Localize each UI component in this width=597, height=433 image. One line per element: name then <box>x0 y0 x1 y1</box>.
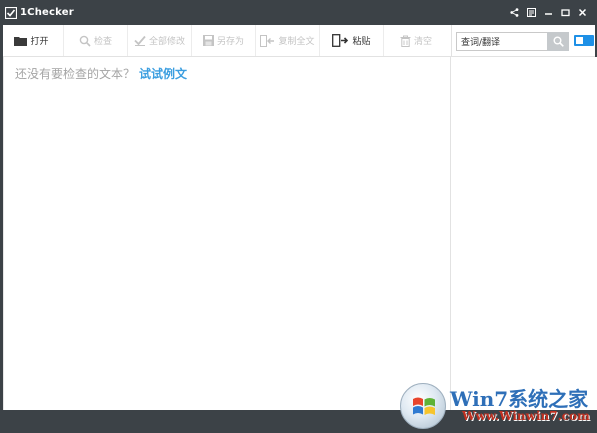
fix-all-label: 全部修改 <box>148 37 185 47</box>
share-icon[interactable] <box>506 0 523 25</box>
toolbar: 打开 检查 全部修改 另存为 复制全文 粘贴 清空 <box>0 25 451 57</box>
copy-all-button[interactable]: 复制全文 <box>256 25 320 56</box>
clear-button[interactable]: 清空 <box>384 25 448 56</box>
watermark: Win7系统之家 Www.Winwin7.com <box>398 378 595 433</box>
title-bar: 1Checker <box>0 0 597 25</box>
check-button[interactable]: 检查 <box>64 25 128 56</box>
menu-icon[interactable] <box>523 0 540 25</box>
toggle-knob <box>576 37 583 44</box>
empty-prompt: 还没有要检查的文本？ 试试例文 <box>15 65 187 82</box>
save-as-label: 另存为 <box>216 37 244 47</box>
copy-icon <box>260 34 275 47</box>
save-icon <box>202 35 214 46</box>
search-input[interactable] <box>456 32 547 51</box>
watermark-title: Win7系统之家 <box>450 387 589 411</box>
windows-logo-icon <box>400 383 446 429</box>
open-button[interactable]: 打开 <box>0 25 64 56</box>
watermark-url: Www.Winwin7.com <box>462 409 590 423</box>
search-icon <box>79 35 91 47</box>
fix-all-button[interactable]: 全部修改 <box>128 25 192 56</box>
save-as-button[interactable]: 另存为 <box>192 25 256 56</box>
copy-all-label: 复制全文 <box>278 37 315 47</box>
check-mark-icon <box>134 35 146 46</box>
search-icon <box>553 36 564 47</box>
folder-icon <box>14 36 28 46</box>
check-label: 检查 <box>93 37 112 47</box>
paste-button[interactable]: 粘贴 <box>320 25 384 56</box>
open-label: 打开 <box>30 37 49 47</box>
window-controls <box>506 0 591 25</box>
minimize-icon[interactable] <box>540 0 557 25</box>
close-icon[interactable] <box>574 0 591 25</box>
search-button[interactable] <box>547 32 569 51</box>
maximize-icon[interactable] <box>557 0 574 25</box>
panel-toggle[interactable] <box>574 35 594 46</box>
dictionary-panel <box>450 57 597 410</box>
text-editor[interactable]: 还没有要检查的文本？ 试试例文 <box>3 57 450 410</box>
app-logo-icon <box>5 6 17 19</box>
dictionary-search-area <box>451 25 597 57</box>
app-title: 1Checker <box>20 7 74 18</box>
empty-prompt-text: 还没有要检查的文本？ <box>15 67 136 81</box>
paste-label: 粘贴 <box>352 37 371 47</box>
clear-label: 清空 <box>413 37 432 47</box>
paste-icon <box>332 34 349 47</box>
try-example-link[interactable]: 试试例文 <box>139 67 187 81</box>
trash-icon <box>400 35 411 47</box>
